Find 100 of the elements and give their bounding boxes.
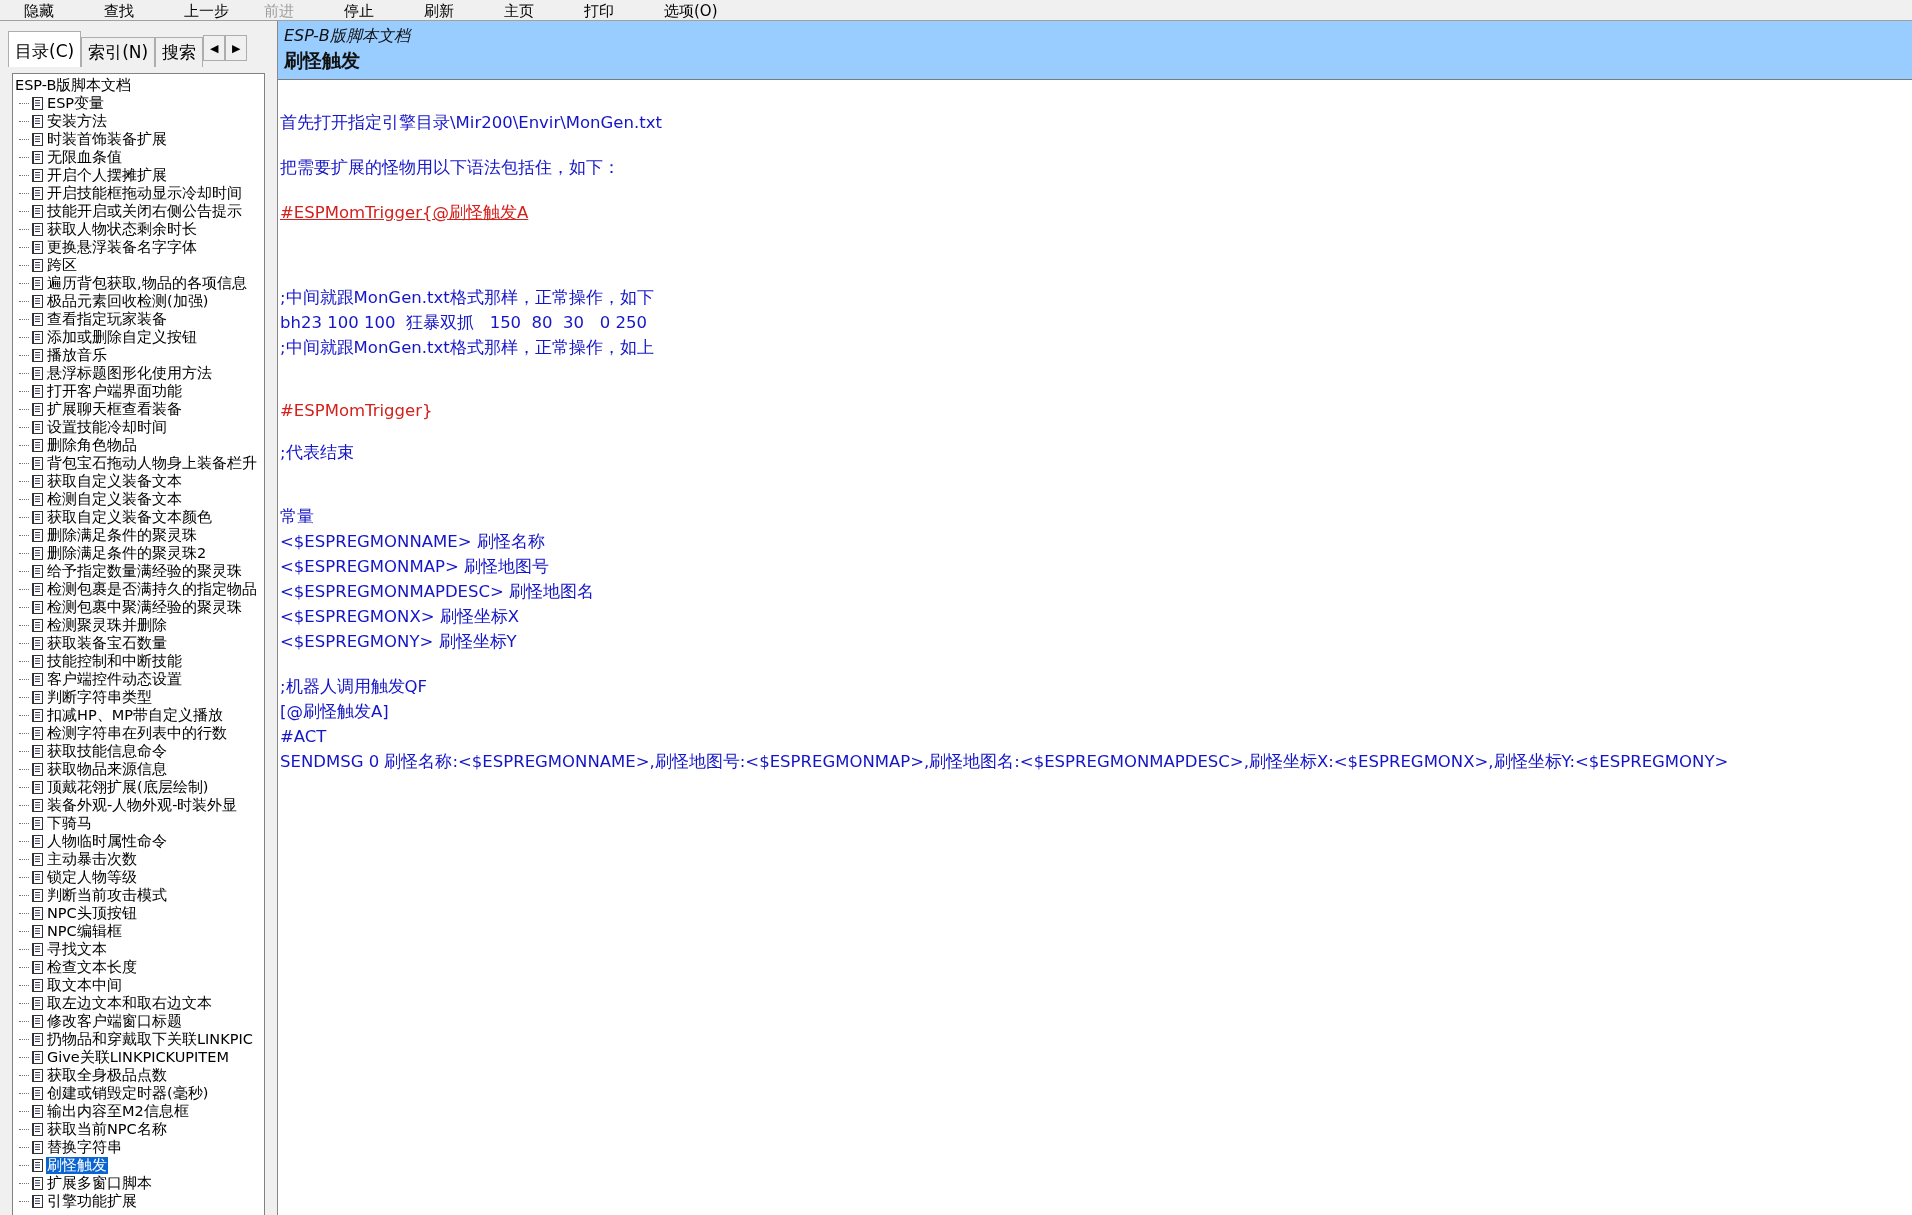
text-line: ;中间就跟MonGen.txt格式那样，正常操作，如上 [280, 338, 654, 357]
tree-item[interactable]: 取文本中间 [46, 976, 123, 994]
tree-item[interactable]: 锁定人物等级 [46, 868, 138, 886]
tree-item[interactable]: 获取技能信息命令 [46, 742, 168, 760]
tree-item[interactable]: 背包宝石拖动人物身上装备栏升 [46, 454, 258, 472]
tree-item[interactable]: 添加或删除自定义按钮 [46, 328, 198, 346]
tree-item[interactable]: 获取自定义装备文本颜色 [46, 508, 213, 526]
page-icon [32, 960, 43, 974]
tree-item[interactable]: 获取物品来源信息 [46, 760, 168, 778]
tree-item[interactable]: 创建或销毁定时器(毫秒) [46, 1084, 210, 1102]
tree-item[interactable]: 检测聚灵珠并删除 [46, 616, 168, 634]
tab[interactable]: 目录(C) [8, 31, 82, 67]
tab[interactable]: 搜索 [155, 37, 204, 67]
tree-item[interactable]: 获取装备宝石数量 [46, 634, 168, 652]
tree-item[interactable]: 客户端控件动态设置 [46, 670, 183, 688]
page-icon [32, 1104, 43, 1118]
tree-item[interactable]: 更换悬浮装备名字字体 [46, 238, 198, 256]
tree-item[interactable]: 设置技能冷却时间 [46, 418, 168, 436]
toolbar-button[interactable]: 查找 [104, 2, 184, 20]
link[interactable]: #ESPMomTrigger{@刷怪触发A [280, 203, 529, 222]
tree-item[interactable]: 替换字符串 [46, 1138, 123, 1156]
tree-item[interactable]: 打开客户端界面功能 [46, 382, 183, 400]
page-icon [32, 1032, 43, 1046]
tree-item[interactable]: 装备外观-人物外观-时装外显 [46, 796, 239, 814]
tree-item[interactable]: 播放音乐 [46, 346, 108, 364]
tree-item[interactable]: 无限血条值 [46, 148, 123, 166]
page-icon [32, 798, 43, 812]
tree-item[interactable]: 技能控制和中断技能 [46, 652, 183, 670]
tree-item[interactable]: 扣减HP、MP带自定义播放 [46, 706, 224, 724]
tree-item[interactable]: 查看指定玩家装备 [46, 310, 168, 328]
tree-item[interactable]: 获取当前NPC名称 [46, 1120, 168, 1138]
page-icon [32, 780, 43, 794]
toolbar-button[interactable]: 选项(O) [664, 2, 744, 20]
tree-item[interactable]: 跨区 [46, 256, 78, 274]
tree-item[interactable]: 获取自定义装备文本 [46, 472, 183, 490]
tree-item[interactable]: NPC编辑框 [46, 922, 123, 940]
toolbar-button[interactable]: 打印 [584, 2, 664, 20]
tree-item[interactable]: 取左边文本和取右边文本 [46, 994, 213, 1012]
text-line: #ACT [280, 727, 327, 746]
text-line: <$ESPREGMONNAME> 刷怪名称 [280, 532, 545, 551]
toolbar-button[interactable]: 主页 [504, 2, 584, 20]
tree-item[interactable]: 安装方法 [46, 112, 108, 130]
tree-item[interactable]: 寻找文本 [46, 940, 108, 958]
page-icon [32, 582, 43, 596]
tree-item[interactable]: 下骑马 [46, 814, 93, 832]
tree-item[interactable]: NPC头顶按钮 [46, 904, 138, 922]
tree-item[interactable]: 极品元素回收检测(加强) [46, 292, 210, 310]
tree-item[interactable]: ESP变量 [46, 94, 106, 112]
tree-item[interactable]: 删除满足条件的聚灵珠 [46, 526, 198, 544]
tree-item[interactable]: 检测包裹是否满持久的指定物品 [46, 580, 258, 598]
tree-item[interactable]: 引擎功能扩展 [46, 1192, 138, 1210]
tree-item[interactable]: 技能开启或关闭右侧公告提示 [46, 202, 243, 220]
text-line: <$ESPREGMONMAPDESC> 刷怪地图名 [280, 582, 595, 601]
toolbar-button[interactable]: 隐藏 [24, 2, 104, 20]
scroll-right-button[interactable]: ▶ [225, 35, 248, 61]
page-icon [32, 762, 43, 776]
tree-item[interactable]: Give关联LINKPICKUPITEM [46, 1048, 230, 1066]
tree-item[interactable]: 给予指定数量满经验的聚灵珠 [46, 562, 243, 580]
page-icon [32, 402, 43, 416]
tree-item[interactable]: 开启个人摆摊扩展 [46, 166, 168, 184]
toolbar-button[interactable]: 停止 [344, 2, 424, 20]
page-icon [32, 420, 43, 434]
tree-item[interactable]: 判断当前攻击模式 [46, 886, 168, 904]
tree-item[interactable]: 输出内容至M2信息框 [46, 1102, 190, 1120]
page-icon [32, 654, 43, 668]
tree-item[interactable]: 检测包裹中聚满经验的聚灵珠 [46, 598, 243, 616]
page-icon [32, 312, 43, 326]
tree-item[interactable]: 检查文本长度 [46, 958, 138, 976]
topic-title: 刷怪触发 [284, 48, 361, 73]
tree-item[interactable]: ESP-B版脚本文档 [14, 76, 133, 94]
page-icon [32, 492, 43, 506]
tree-item[interactable]: 检测字符串在列表中的行数 [46, 724, 228, 742]
page-icon [32, 1176, 43, 1190]
tree-item[interactable]: 获取人物状态剩余时长 [46, 220, 198, 238]
tree-item[interactable]: 扔物品和穿戴取下关联LINKPIC [46, 1030, 254, 1048]
tree-item[interactable]: 人物临时属性命令 [46, 832, 168, 850]
tree-item[interactable]: 删除满足条件的聚灵珠2 [46, 544, 208, 562]
page-icon [32, 924, 43, 938]
page-icon [32, 1086, 43, 1100]
tree-item[interactable]: 修改客户端窗口标题 [46, 1012, 183, 1030]
tree-item[interactable]: 顶戴花翎扩展(底层绘制) [46, 778, 210, 796]
tree-item[interactable]: 悬浮标题图形化使用方法 [46, 364, 213, 382]
tree-item[interactable]: 删除角色物品 [46, 436, 138, 454]
tree-item[interactable]: 主动暴击次数 [46, 850, 138, 868]
tree-item[interactable]: 检测自定义装备文本 [46, 490, 183, 508]
tree-item[interactable]: 扩展聊天框查看装备 [46, 400, 183, 418]
tree-item[interactable]: 遍历背包获取,物品的各项信息 [46, 274, 248, 292]
tree-item[interactable]: 判断字符串类型 [46, 688, 153, 706]
tree-item[interactable]: 获取全身极品点数 [46, 1066, 168, 1084]
tree-item[interactable]: 刷怪触发 [46, 1156, 108, 1174]
tree-item[interactable]: 扩展多窗口脚本 [46, 1174, 153, 1192]
scroll-left-button[interactable]: ◀ [203, 35, 226, 61]
text-line: <$ESPREGMONY> 刷怪坐标Y [280, 632, 517, 651]
toolbar-button[interactable]: 刷新 [424, 2, 504, 20]
tree-item[interactable]: 时装首饰装备扩展 [46, 130, 168, 148]
text-line: 把需要扩展的怪物用以下语法包括住，如下： [280, 158, 620, 177]
tree-item[interactable]: 开启技能框拖动显示冷却时间 [46, 184, 243, 202]
page-icon [32, 996, 43, 1010]
tab[interactable]: 索引(N) [81, 37, 156, 67]
toolbar-button[interactable]: 上一步 [184, 2, 264, 20]
